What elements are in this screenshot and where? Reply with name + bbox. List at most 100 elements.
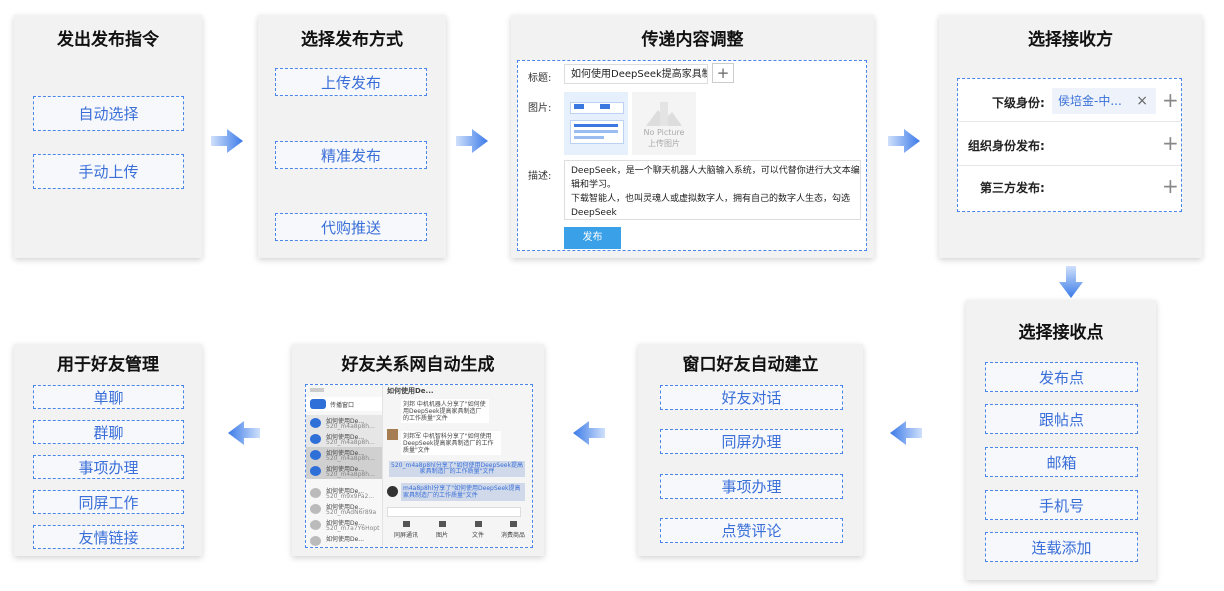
chat-message: 刘邦 中机机器人分享了"如何使用DeepSeek提高家具制造厂的工作质量"文件 [401, 399, 489, 423]
step-title: 传递内容调整 [641, 30, 744, 50]
description-textarea[interactable]: DeepSeek，是一个聊天机器人大脑输入系统，可以代替你进行大文本编 辑和学习… [564, 160, 861, 220]
receiver-panel: 下级身份: 侯培金-中... × + 组织身份发布: + 第三方发布: + [957, 78, 1182, 212]
chat-header: 如何使用De... [387, 387, 434, 395]
step-receive-point-card: 选择接收点 发布点 跟帖点 邮箱 手机号 连载添加 [966, 300, 1156, 580]
option-item-handle[interactable]: 事项办理 [33, 455, 184, 479]
step-relation-network-card: 好友关系网自动生成 传播窗口 如何使用De... 520_m4a8p8h... … [292, 344, 544, 556]
step-send-command-card: 发出发布指令 自动选择 手动上传 [14, 15, 202, 258]
list-item[interactable]: 如何使用De... 520_m4a8p8h... [306, 431, 382, 447]
chat-avatar [310, 466, 321, 476]
chat-area: 如何使用De... 刘邦 中机机器人分享了"如何使用DeepSeek提高家具制造… [383, 385, 532, 547]
step-title: 选择发布方式 [301, 30, 403, 50]
image-label: 图片: [528, 103, 552, 114]
arrow-down-icon [1059, 266, 1083, 298]
chat-message: 刘邦军 中机智科分享了"如何使用DeepSeek提高家具制造厂的工作质量"文件 [401, 431, 501, 455]
screen-share-icon [402, 521, 410, 527]
description-line: 下载智能人，也叫灵魂人或虚拟数字人，拥有自己的数字人生态，勾选 [571, 194, 851, 204]
option-phone[interactable]: 手机号 [985, 490, 1138, 520]
chat-input[interactable] [387, 507, 521, 517]
title-input[interactable]: 如何使用DeepSeek提高家具制造 [564, 64, 708, 84]
toolbar-item[interactable]: 图片 [427, 521, 457, 539]
org-identity-label: 组织身份发布: [968, 139, 1045, 153]
description-line: 辑和学习。 [571, 180, 617, 190]
arrow-right-icon [211, 129, 243, 153]
chat-sidebar: 传播窗口 如何使用De... 520_m4a8p8h... 如何使用De... … [306, 385, 383, 547]
option-upload-publish[interactable]: 上传发布 [275, 68, 427, 96]
toolbar-item[interactable]: 消费商品 [497, 521, 529, 539]
cart-icon [509, 521, 517, 527]
toolbar-item[interactable]: 同屏通讯 [391, 521, 421, 539]
option-auto-select[interactable]: 自动选择 [33, 96, 184, 131]
list-item[interactable]: 如何使用De... 520_m4a8p8h... [306, 415, 382, 431]
list-item[interactable]: 如何使用De... 520_m7a7Y6Hopt [306, 517, 382, 533]
chat-avatar [310, 418, 321, 428]
step-content-adjust-card: 传递内容调整 标题: 如何使用DeepSeek提高家具制造 + 图片: No P… [511, 15, 874, 258]
chat-avatar [387, 486, 398, 497]
option-screen-work[interactable]: 同屏工作 [33, 490, 184, 514]
option-item-handle[interactable]: 事项办理 [660, 474, 843, 499]
option-email[interactable]: 邮箱 [985, 447, 1138, 477]
chat-avatar [310, 520, 321, 530]
close-icon[interactable]: × [1136, 88, 1148, 114]
toolbar-item[interactable]: 文件 [463, 521, 493, 539]
add-icon[interactable]: + [1162, 131, 1179, 155]
description-line: DeepSeek，是一个聊天机器人大脑输入系统，可以代替你进行大文本编 [571, 166, 860, 176]
subordinate-identity-label: 下级身份: [992, 96, 1045, 110]
step-title: 选择接收点 [1018, 323, 1104, 343]
plus-icon: + [716, 64, 730, 82]
chat-avatar [310, 434, 321, 444]
option-single-chat[interactable]: 单聊 [33, 385, 184, 409]
third-party-label: 第三方发布: [980, 181, 1045, 195]
receiver-tag[interactable]: 侯培金-中... × [1052, 88, 1156, 114]
option-group-chat[interactable]: 群聊 [33, 420, 184, 444]
option-precise-publish[interactable]: 精准发布 [275, 141, 427, 169]
chat-toolbar: 同屏通讯 图片 文件 消费商品 [383, 519, 532, 545]
chat-avatar [310, 504, 321, 514]
step-publish-method-card: 选择发布方式 上传发布 精准发布 代购推送 [258, 15, 446, 258]
arrow-right-icon [888, 129, 920, 153]
list-item[interactable]: 如何使用De... [306, 533, 382, 547]
option-like-comment[interactable]: 点赞评论 [660, 518, 843, 543]
option-purchase-push[interactable]: 代购推送 [275, 213, 427, 241]
uploaded-image-thumbnail[interactable] [564, 92, 628, 155]
list-item[interactable]: 如何使用De... 520_mAdN6r89a [306, 501, 382, 517]
list-item[interactable]: 如何使用De... 520_m9x9Pa2... [306, 485, 382, 501]
upload-image-text: 上传图片 [648, 139, 680, 148]
content-form-panel: 标题: 如何使用DeepSeek提高家具制造 + 图片: No Picture … [517, 60, 867, 251]
sidebar-top-item[interactable]: 传播窗口 [306, 397, 382, 411]
no-picture-text: No Picture [643, 128, 685, 137]
option-screen-share[interactable]: 同屏办理 [660, 429, 843, 454]
chat-message: m4a8p8hl分享了"如何使用DeepSeek提高家具制造厂的工作质量"文件 [401, 483, 525, 501]
arrow-left-icon [573, 421, 605, 445]
arrow-left-icon [228, 421, 260, 445]
chat-avatar [310, 536, 321, 546]
option-serial-add[interactable]: 连载添加 [985, 532, 1138, 562]
image-placeholder-icon [646, 102, 682, 126]
arrow-left-icon [890, 421, 922, 445]
title-input-value: 如何使用DeepSeek提高家具制造 [571, 69, 708, 80]
option-follow-point[interactable]: 跟帖点 [985, 404, 1138, 434]
add-title-button[interactable]: + [712, 63, 734, 83]
chat-avatar [310, 450, 321, 460]
receiver-tag-text: 侯培金-中... [1058, 94, 1122, 108]
add-icon[interactable]: + [1162, 88, 1179, 112]
option-manual-upload[interactable]: 手动上传 [33, 154, 184, 189]
option-publish-point[interactable]: 发布点 [985, 362, 1138, 392]
no-picture-placeholder[interactable]: No Picture 上传图片 [632, 92, 696, 155]
title-label: 标题: [528, 73, 552, 84]
description-label: 描述: [528, 171, 552, 182]
list-item[interactable]: 如何使用De... 520_m4a8p8h... [306, 463, 382, 479]
publish-button[interactable]: 发布 [564, 227, 621, 249]
description-line: DeepSeek [571, 208, 617, 218]
option-friend-link[interactable]: 友情链接 [33, 525, 184, 549]
step-select-receiver-card: 选择接收方 下级身份: 侯培金-中... × + 组织身份发布: + 第三方发布… [939, 15, 1202, 258]
option-friend-chat[interactable]: 好友对话 [660, 385, 843, 410]
step-title: 用于好友管理 [57, 355, 159, 375]
image-icon [438, 521, 446, 527]
add-icon[interactable]: + [1162, 174, 1179, 198]
step-title: 选择接收方 [1028, 30, 1113, 50]
chat-message: 520_m4a8p8hl分享了"如何使用DeepSeek提高家具制造厂的工作质量… [389, 461, 525, 477]
chat-avatar [310, 488, 321, 498]
step-title: 发出发布指令 [57, 30, 159, 50]
list-item[interactable]: 如何使用De... 520_m4a8p8h... [306, 447, 382, 463]
